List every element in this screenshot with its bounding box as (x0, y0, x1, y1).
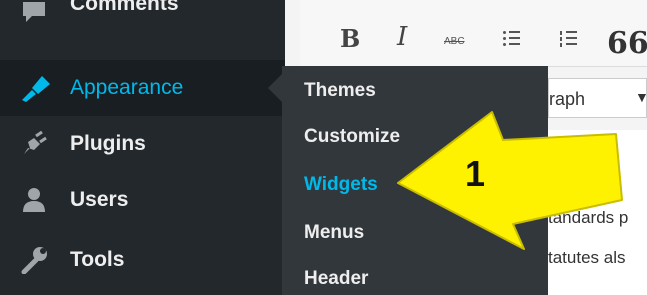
chevron-down-icon: ▼ (635, 89, 647, 105)
sidebar-item-label: Users (70, 188, 129, 211)
content-line: tatutes als (548, 248, 626, 267)
strikethrough-button[interactable]: ABC (444, 36, 465, 47)
paragraph-format-select[interactable]: raph ▼ (548, 78, 647, 118)
italic-button[interactable]: I (397, 22, 407, 52)
blockquote-button[interactable]: 66 (607, 26, 647, 61)
submenu-item-customize[interactable]: Customize (304, 126, 400, 148)
submenu-item-themes[interactable]: Themes (304, 80, 376, 102)
sidebar-item-label: Plugins (70, 132, 146, 155)
step-number-label: 1 (465, 153, 486, 194)
admin-sidebar: Comments Appearance Plugins Users Tools (0, 0, 285, 295)
submenu-item-widgets[interactable]: Widgets (304, 174, 378, 196)
sidebar-item-plugins[interactable]: Plugins (0, 116, 285, 172)
wrench-icon (20, 246, 48, 275)
appearance-submenu: Themes Customize Widgets Menus Header (282, 66, 548, 295)
content-line: tandards p (548, 208, 629, 227)
sidebar-item-label: Comments (70, 0, 179, 15)
bold-button[interactable]: B (340, 24, 360, 53)
active-menu-pointer (268, 74, 282, 102)
numbered-list-icon[interactable] (560, 30, 577, 47)
sidebar-item-label: Appearance (70, 76, 184, 99)
format-select-value: raph (549, 89, 586, 109)
sidebar-item-comments[interactable]: Comments (0, 0, 285, 34)
content-line: g Pra (548, 166, 589, 185)
comment-icon (20, 0, 48, 26)
plug-icon (20, 130, 48, 158)
users-icon (20, 186, 48, 214)
submenu-item-menus[interactable]: Menus (304, 222, 364, 244)
editor-content[interactable]: g Pra tandards p tatutes als (548, 130, 647, 295)
bulleted-list-icon[interactable] (503, 30, 520, 46)
sidebar-item-label: Tools (70, 248, 125, 271)
submenu-item-header[interactable]: Header (304, 268, 368, 290)
sidebar-item-users[interactable]: Users (0, 172, 285, 228)
sidebar-item-tools[interactable]: Tools (0, 228, 285, 284)
paintbrush-icon (20, 74, 50, 102)
sidebar-item-appearance[interactable]: Appearance (0, 60, 285, 116)
